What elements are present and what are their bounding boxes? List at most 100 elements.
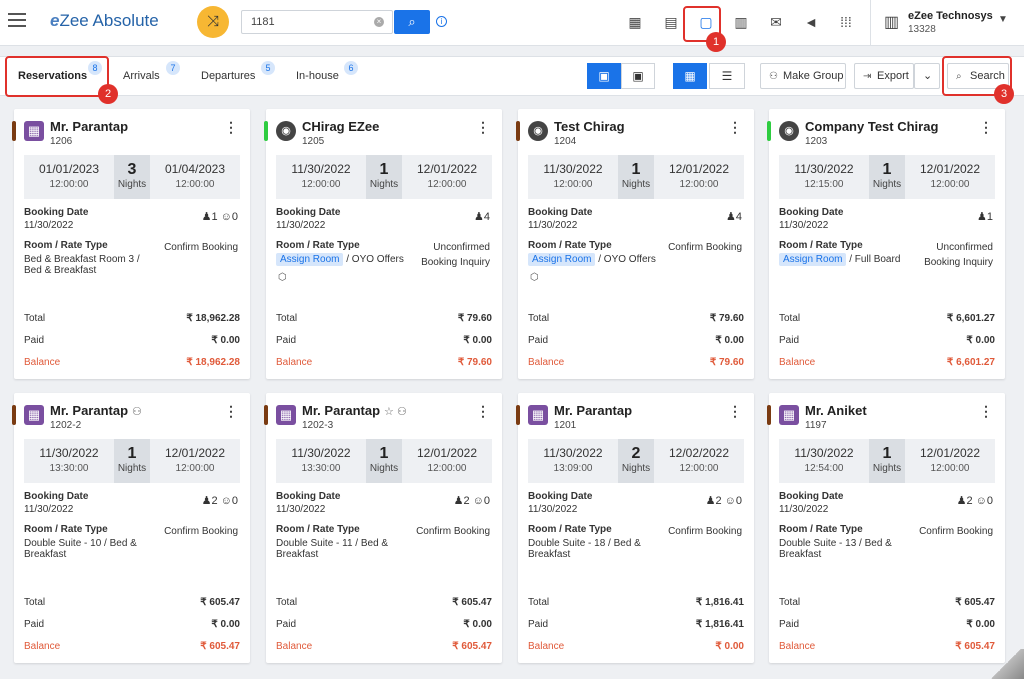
booking-date-value: 11/30/2022 xyxy=(528,220,578,231)
guest-name[interactable]: Mr. Parantap ⚇ xyxy=(50,403,142,418)
rate-type: / OYO Offers xyxy=(343,254,404,265)
arrival-date: 11/30/2022 xyxy=(291,446,351,460)
more-options-icon[interactable]: ⋮ xyxy=(476,403,490,420)
nights-count: 1 xyxy=(882,445,892,462)
paid-label: Paid xyxy=(276,335,297,346)
reservation-card[interactable]: ◉ CHirag EZee 1205 ⋮ 11/30/2022 12:00:00 … xyxy=(264,109,502,379)
grid-view-button[interactable]: ▦ xyxy=(673,63,707,89)
balance-label: Balance xyxy=(24,641,61,652)
reservation-card[interactable]: ▦ Mr. Parantap 1206 ⋮ 01/01/2023 12:00:00… xyxy=(12,109,250,379)
guest-name[interactable]: CHirag EZee xyxy=(302,119,379,134)
assign-room-link[interactable]: Assign Room xyxy=(528,253,596,266)
room-rate-label: Room / Rate Type xyxy=(24,524,108,535)
room-rate-label: Room / Rate Type xyxy=(528,524,612,535)
arrival-date: 11/30/2022 xyxy=(291,162,351,176)
reservation-card[interactable]: ◉ Test Chirag 1204 ⋮ 11/30/2022 12:00:00 … xyxy=(516,109,754,379)
departure-date: 12/01/2022 xyxy=(919,446,981,460)
switch-property-icon[interactable]: ⤨ xyxy=(197,6,229,38)
departure-time: 12:00:00 xyxy=(679,463,719,474)
arrival-time: 12:00:00 xyxy=(49,179,89,190)
arrival-date: 11/30/2022 xyxy=(39,446,99,460)
tab-arrivals[interactable]: Arrivals xyxy=(123,70,160,82)
child-icon: ☺ xyxy=(220,495,232,507)
guest-name[interactable]: Mr. Parantap xyxy=(50,119,128,134)
calendar-add-icon[interactable]: ▦ xyxy=(625,12,645,32)
room-assignment: Assign Room / OYO Offers xyxy=(276,253,406,266)
booking-date-value: 11/30/2022 xyxy=(276,504,326,515)
booking-date-label: Booking Date xyxy=(276,207,341,218)
more-options-icon[interactable]: ⋮ xyxy=(979,403,993,420)
tab-in-house-count: 6 xyxy=(344,61,358,75)
more-options-icon[interactable]: ⋮ xyxy=(979,119,993,136)
tab-departures[interactable]: Departures xyxy=(201,70,255,82)
clear-search-icon[interactable]: × xyxy=(374,17,384,27)
calendar-check-icon[interactable]: ▤ xyxy=(661,12,681,32)
apps-grid-icon[interactable]: ⁞⁞⁞ xyxy=(836,12,856,32)
reservation-id: 1197 xyxy=(805,420,827,431)
adult-count: 1 xyxy=(986,211,993,223)
more-options-icon[interactable]: ⋮ xyxy=(224,119,238,136)
package-icon: ⬡ xyxy=(278,272,287,283)
billing-icon[interactable]: ▥ xyxy=(731,12,751,32)
guest-name[interactable]: Company Test Chirag xyxy=(805,119,938,134)
room-rate-label: Room / Rate Type xyxy=(276,524,360,535)
status-strip xyxy=(12,121,16,141)
property-name[interactable]: eZee Technosys xyxy=(908,10,993,22)
room-rate-value: Bed & Breakfast Room 3 / Bed & Breakfast xyxy=(24,254,140,276)
paid-row: Paid ₹ 0.00 xyxy=(779,619,995,630)
more-options-icon[interactable]: ⋮ xyxy=(476,119,490,136)
list-view-button[interactable]: ☰ xyxy=(709,63,745,89)
booking-date-label: Booking Date xyxy=(779,207,844,218)
reservation-card[interactable]: ◉ Company Test Chirag 1203 ⋮ 11/30/2022 1… xyxy=(767,109,1005,379)
more-options-icon[interactable]: ⋮ xyxy=(224,403,238,420)
app-logo[interactable]: eZee Absolute xyxy=(50,11,159,31)
assign-room-link[interactable]: Assign Room xyxy=(276,253,344,266)
departure-date: 12/01/2022 xyxy=(668,162,730,176)
nights-label: Nights xyxy=(117,179,147,190)
booking-date-value: 11/30/2022 xyxy=(528,504,578,515)
stay-dates: 11/30/2022 13:30:00 1 Nights 12/01/2022 12:… xyxy=(24,439,240,483)
guest-name[interactable]: Mr. Parantap xyxy=(554,403,632,418)
nights-box: 1 Nights xyxy=(618,155,654,199)
make-group-button[interactable]: ⚇ Make Group xyxy=(760,63,846,89)
nights-box: 1 Nights xyxy=(366,439,402,483)
more-options-icon[interactable]: ⋮ xyxy=(728,119,742,136)
page-curl xyxy=(988,649,1024,679)
reservation-search-input[interactable] xyxy=(242,11,362,33)
mail-icon[interactable]: ✉ xyxy=(766,12,786,32)
balance-value: ₹ 79.60 xyxy=(709,357,744,368)
calendar-person-out-icon: ▣ xyxy=(632,69,644,83)
more-options-icon[interactable]: ⋮ xyxy=(728,403,742,420)
nights-box: 2 Nights xyxy=(618,439,654,483)
reservation-card[interactable]: ▦ Mr. Aniket 1197 ⋮ 11/30/2022 12:54:00 1… xyxy=(767,393,1005,663)
reservation-card[interactable]: ▦ Mr. Parantap ☆ ⚇ 1202-3 ⋮ 11/30/2022 13:… xyxy=(264,393,502,663)
departure-view-button[interactable]: ▣ xyxy=(621,63,655,89)
tab-in-house[interactable]: In-house xyxy=(296,70,339,82)
guest-name[interactable]: Mr. Parantap ☆ ⚇ xyxy=(302,403,407,418)
booking-status: Confirm Booking xyxy=(668,526,742,537)
room-rate-label: Room / Rate Type xyxy=(24,240,108,251)
reservation-id: 1202-2 xyxy=(50,420,82,431)
adult-icon: ♟ xyxy=(201,211,212,223)
menu-icon[interactable] xyxy=(8,13,26,27)
booking-status: Confirm Booking xyxy=(668,242,742,253)
booking-date-value: 11/30/2022 xyxy=(779,504,829,515)
search-button[interactable]: ⌕ xyxy=(394,10,430,34)
chevron-down-icon[interactable]: ▼ xyxy=(998,14,1008,25)
assign-room-link[interactable]: Assign Room xyxy=(779,253,847,266)
arrival-view-button[interactable]: ▣ xyxy=(587,63,621,89)
adult-count: 4 xyxy=(483,211,490,223)
total-row: Total ₹ 79.60 xyxy=(528,313,744,324)
guest-name[interactable]: Mr. Aniket xyxy=(805,403,867,418)
export-dropdown-button[interactable]: ⌄ xyxy=(914,63,940,89)
export-button[interactable]: ⇥ Export xyxy=(854,63,914,89)
guest-name[interactable]: Test Chirag xyxy=(554,119,625,134)
announcement-icon[interactable]: ◄ xyxy=(801,12,821,32)
reservation-card[interactable]: ▦ Mr. Parantap 1201 ⋮ 11/30/2022 13:09:00… xyxy=(516,393,754,663)
total-row: Total ₹ 605.47 xyxy=(779,597,995,608)
child-icon: ☺ xyxy=(724,495,736,507)
property-code: 13328 xyxy=(908,24,936,35)
info-icon[interactable]: i xyxy=(436,16,447,27)
reservation-card[interactable]: ▦ Mr. Parantap ⚇ 1202-2 ⋮ 11/30/2022 13:30… xyxy=(12,393,250,663)
total-label: Total xyxy=(528,597,550,608)
